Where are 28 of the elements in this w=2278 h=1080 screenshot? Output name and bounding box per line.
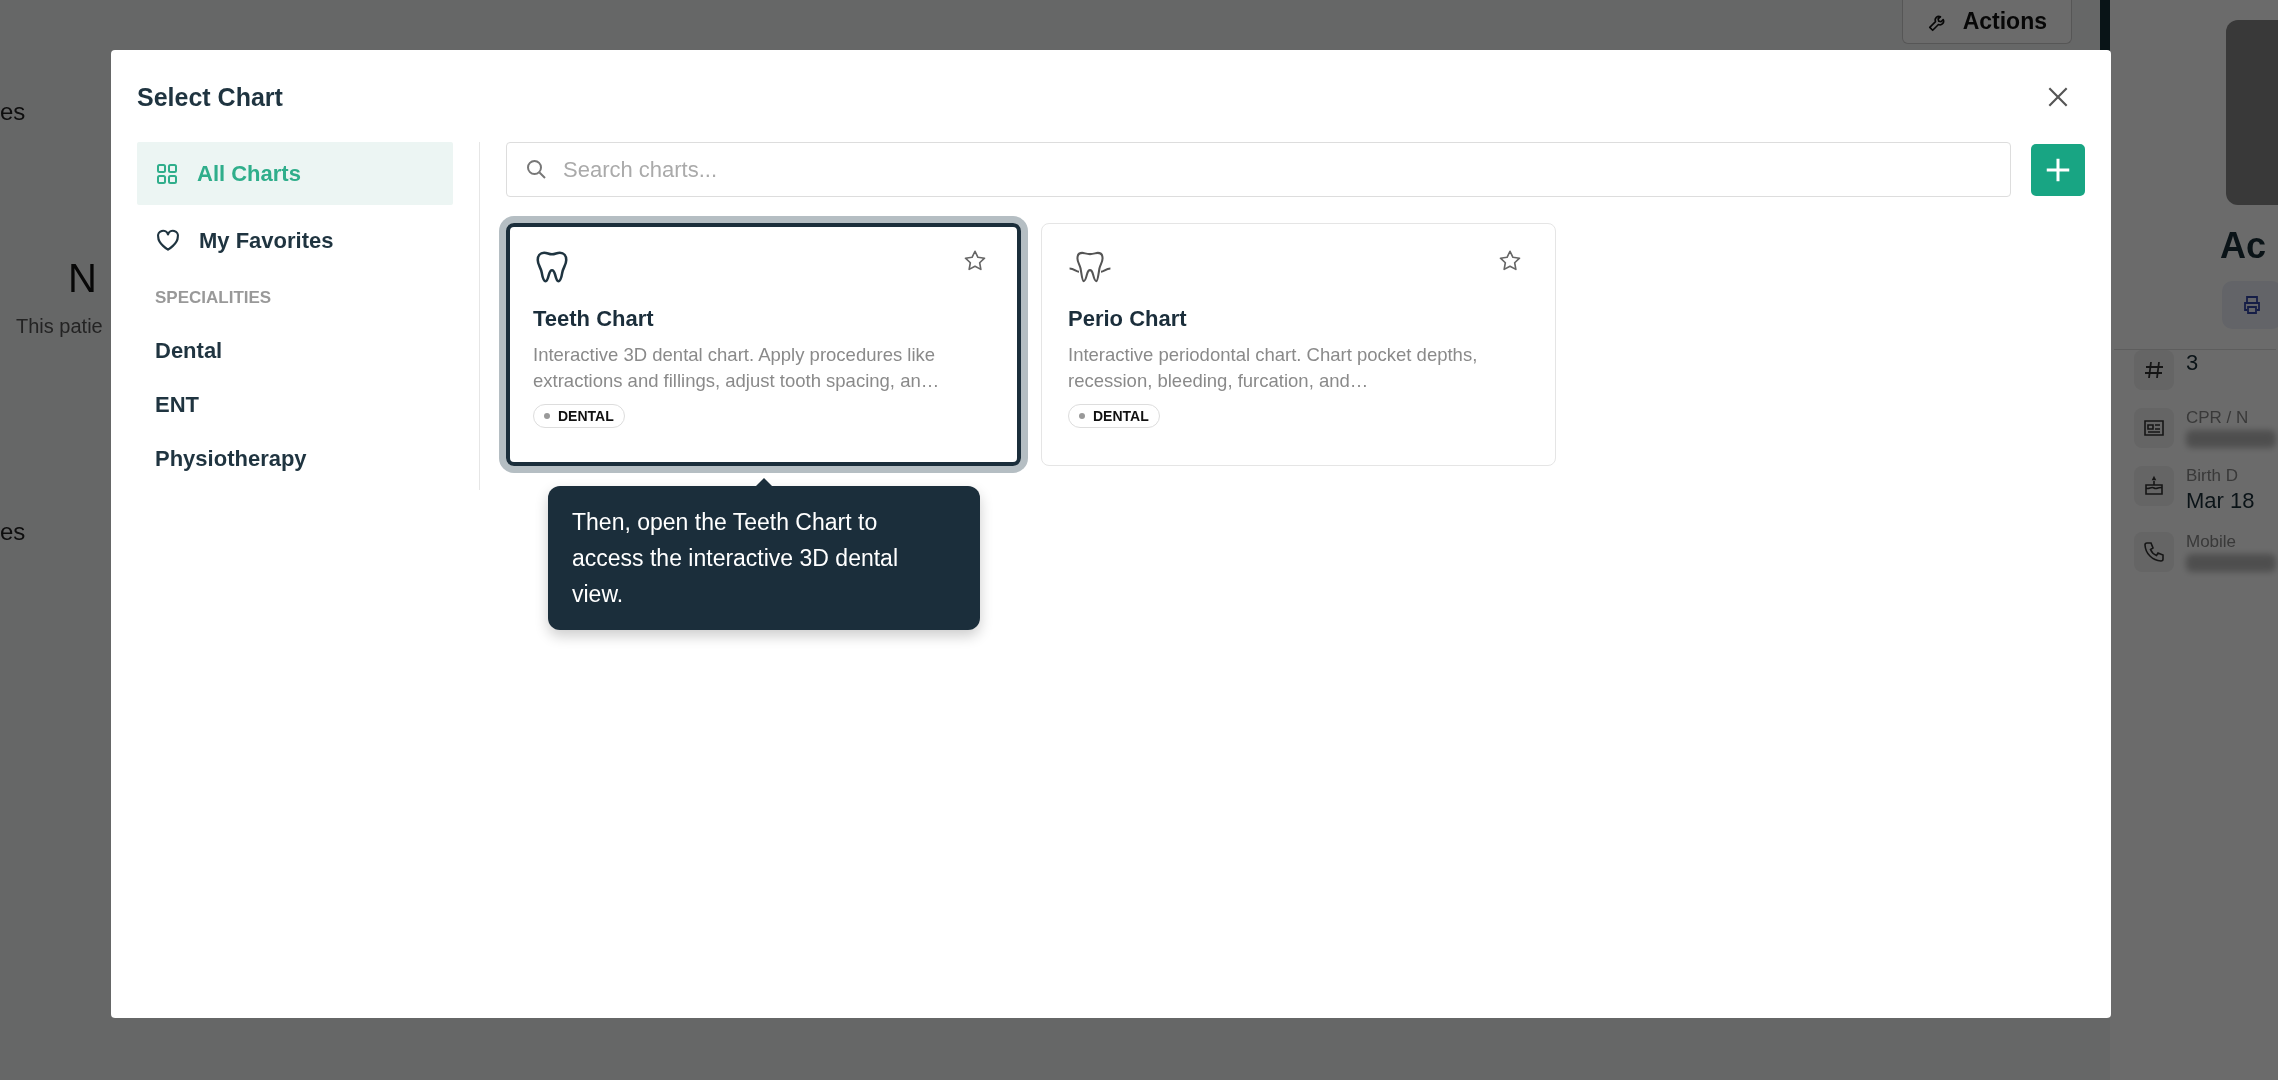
tab-label: es	[0, 518, 26, 546]
tooltip-pointer	[756, 478, 772, 486]
dialog-title: Select Chart	[137, 82, 283, 112]
speciality-item[interactable]: ENT	[137, 378, 453, 432]
chart-card[interactable]: Perio Chart Interactive periodontal chart. Chart pocket depths, recession, bleeding, furcation, and… DENTAL	[1041, 223, 1556, 466]
speciality-item[interactable]: Dental	[137, 324, 453, 378]
field-value: 3	[2186, 350, 2199, 376]
patient-name: Ac	[2220, 225, 2267, 267]
speciality-item[interactable]: Physiotherapy	[137, 432, 453, 486]
heart-icon	[155, 227, 181, 254]
search-field[interactable]: Search charts...	[506, 142, 2011, 197]
phone-icon	[2142, 540, 2166, 564]
grid-icon	[155, 161, 179, 186]
chart-title: Teeth Chart	[533, 306, 654, 332]
empty-state-heading: N	[68, 256, 97, 301]
print-button[interactable]	[2222, 281, 2278, 329]
field-value: Mar 18	[2186, 488, 2255, 514]
tab-label: es	[0, 98, 26, 126]
chart-title: Perio Chart	[1068, 306, 1187, 332]
empty-state-text: This patie	[16, 315, 103, 338]
section-heading: SPECIALITIES	[155, 288, 273, 308]
cake-icon	[2142, 474, 2166, 498]
actions-button[interactable]: Actions	[1901, 0, 2072, 44]
chart-description: Interactive periodontal chart. Chart pocket depths, recession, bleeding, furcation, and…	[1068, 343, 1479, 393]
nav-item[interactable]: My Favorites	[137, 209, 453, 272]
search-icon	[524, 157, 548, 181]
chart-description: Interactive 3D dental chart. Apply procedures like extractions and fillings, adjust tooth spacing, an…	[533, 343, 941, 393]
add-button[interactable]	[2031, 143, 2085, 196]
